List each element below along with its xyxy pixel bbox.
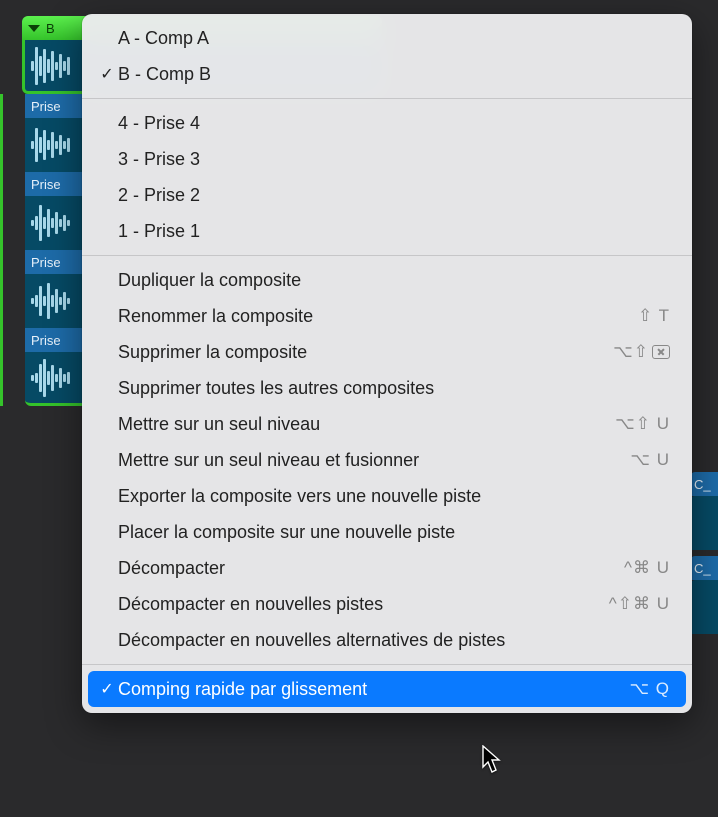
menu-item-take-3[interactable]: 3 - Prise 3 — [82, 141, 692, 177]
shortcut: ⌥ U — [630, 450, 670, 470]
check-icon: ✓ — [96, 64, 118, 84]
shortcut: ^⌘ U — [624, 558, 670, 578]
adjacent-region-body[interactable] — [690, 580, 718, 634]
take-label: Prise — [31, 177, 61, 192]
menu-item-flatten-merge[interactable]: Mettre sur un seul niveau et fusionner ⌥… — [82, 442, 692, 478]
disclosure-triangle-icon[interactable] — [28, 25, 40, 32]
adjacent-region-body[interactable] — [690, 496, 718, 550]
menu-item-take-2[interactable]: 2 - Prise 2 — [82, 177, 692, 213]
shortcut: ⇧ T — [638, 306, 670, 326]
take-folder-menu: A - Comp A ✓ B - Comp B 4 - Prise 4 3 - … — [82, 14, 692, 713]
waveform-icon — [31, 45, 83, 87]
waveform-icon — [31, 357, 83, 399]
menu-item-move-comp[interactable]: Placer la composite sur une nouvelle pis… — [82, 514, 692, 550]
menu-separator — [82, 255, 692, 256]
take-label: Prise — [31, 255, 61, 270]
menu-item-take-4[interactable]: 4 - Prise 4 — [82, 105, 692, 141]
menu-separator — [82, 664, 692, 665]
menu-item-unpack[interactable]: Décompacter ^⌘ U — [82, 550, 692, 586]
adjacent-region-label[interactable]: C_ — [690, 556, 718, 580]
menu-item-unpack-new-alt[interactable]: Décompacter en nouvelles alternatives de… — [82, 622, 692, 658]
shortcut: ⌥⇧ U — [615, 414, 670, 434]
menu-item-comp-b[interactable]: ✓ B - Comp B — [82, 56, 692, 92]
region-title: B — [46, 21, 55, 36]
menu-item-quick-swipe-comping[interactable]: ✓ Comping rapide par glissement ⌥ Q — [88, 671, 686, 707]
check-icon: ✓ — [96, 679, 118, 699]
menu-item-delete-comp[interactable]: Supprimer la composite ⌥⇧ — [82, 334, 692, 370]
menu-item-take-1[interactable]: 1 - Prise 1 — [82, 213, 692, 249]
menu-item-comp-a[interactable]: A - Comp A — [82, 20, 692, 56]
waveform-icon — [31, 280, 83, 322]
shortcut: ^⇧⌘ U — [609, 594, 670, 614]
adjacent-region-label[interactable]: C_ — [690, 472, 718, 496]
menu-item-rename-comp[interactable]: Renommer la composite ⇧ T — [82, 298, 692, 334]
menu-item-unpack-new-tracks[interactable]: Décompacter en nouvelles pistes ^⇧⌘ U — [82, 586, 692, 622]
delete-icon — [652, 345, 670, 359]
shortcut: ⌥ Q — [629, 679, 670, 699]
take-label: Prise — [31, 99, 61, 114]
menu-item-export-comp[interactable]: Exporter la composite vers une nouvelle … — [82, 478, 692, 514]
menu-item-duplicate-comp[interactable]: Dupliquer la composite — [82, 262, 692, 298]
shortcut: ⌥⇧ — [613, 342, 670, 362]
waveform-icon — [31, 124, 83, 166]
menu-item-delete-other-comps[interactable]: Supprimer toutes les autres composites — [82, 370, 692, 406]
menu-item-flatten[interactable]: Mettre sur un seul niveau ⌥⇧ U — [82, 406, 692, 442]
waveform-icon — [31, 202, 83, 244]
cursor-icon — [482, 745, 504, 780]
menu-separator — [82, 98, 692, 99]
take-label: Prise — [31, 333, 61, 348]
